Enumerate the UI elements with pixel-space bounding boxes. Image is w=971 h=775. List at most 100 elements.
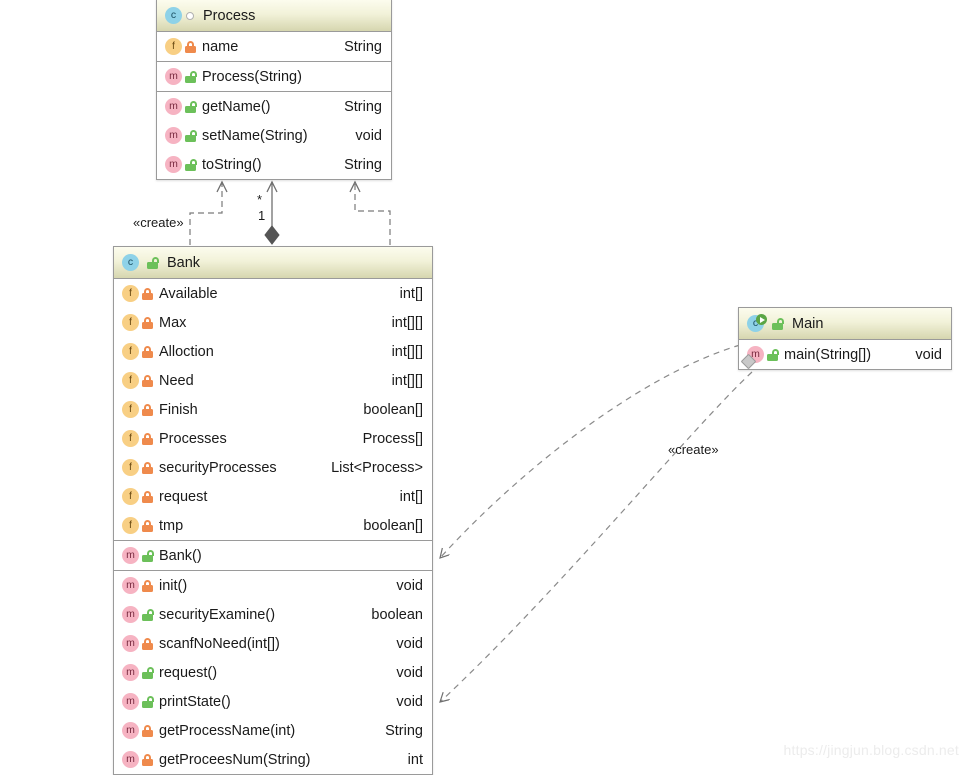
member-name: setName(String) (202, 128, 341, 144)
member-type: void (396, 694, 423, 710)
member-name: tmp (159, 518, 349, 534)
field-icon: f (122, 314, 139, 331)
class-section-methods: m getName() String m setName(String) voi… (157, 91, 391, 179)
class-row-field[interactable]: f Max int[][] (114, 308, 432, 337)
class-row-method[interactable]: m printState() void (114, 687, 432, 716)
member-type: List<Process> (331, 460, 423, 476)
class-header-bank[interactable]: c Bank (114, 247, 432, 279)
member-type: boolean[] (363, 402, 423, 418)
member-type: int[][] (392, 344, 423, 360)
class-row-method[interactable]: m setName(String) void (157, 121, 391, 150)
method-icon: m (122, 635, 139, 652)
member-type: void (396, 636, 423, 652)
lock-private-icon (142, 638, 153, 650)
class-row-method[interactable]: m getName() String (157, 92, 391, 121)
class-row-field[interactable]: f Need int[][] (114, 366, 432, 395)
member-name: Finish (159, 402, 349, 418)
member-type: boolean[] (363, 518, 423, 534)
member-type: String (344, 39, 382, 55)
class-row-field[interactable]: f Processes Process[] (114, 424, 432, 453)
class-box-bank[interactable]: c Bank f Available int[] f Max int[][] f… (113, 246, 433, 775)
class-row-constructor[interactable]: m Process(String) (157, 62, 391, 91)
member-name: name (202, 39, 330, 55)
lock-private-icon (185, 41, 196, 53)
member-type: void (915, 347, 942, 363)
class-name-main: Main (792, 316, 823, 332)
class-box-process[interactable]: c Process f name String m Process(String… (156, 0, 392, 180)
class-icon: c (747, 315, 764, 332)
class-section-constructors: m Process(String) (157, 61, 391, 91)
class-row-constructor[interactable]: m Bank() (114, 541, 432, 570)
member-type: void (355, 128, 382, 144)
lock-public-icon (147, 257, 158, 269)
member-name: Max (159, 315, 378, 331)
class-box-main[interactable]: c Main m main(String[]) void (738, 307, 952, 370)
member-name: getName() (202, 99, 330, 115)
member-name: toString() (202, 157, 330, 173)
member-name: scanfNoNeed(int[]) (159, 636, 382, 652)
class-row-method[interactable]: m toString() String (157, 150, 391, 179)
lock-private-icon (142, 433, 153, 445)
member-type: String (344, 157, 382, 173)
method-icon: m (122, 606, 139, 623)
class-row-method[interactable]: m getProceesNum(String) int (114, 745, 432, 774)
class-row-method[interactable]: m init() void (114, 571, 432, 600)
class-row-method[interactable]: m securityExamine() boolean (114, 600, 432, 629)
class-row-method[interactable]: m request() void (114, 658, 432, 687)
class-row-field[interactable]: f name String (157, 32, 391, 61)
method-icon: m (747, 346, 764, 363)
method-icon: m (122, 577, 139, 594)
lock-private-icon (142, 754, 153, 766)
field-icon: f (165, 38, 182, 55)
class-header-process[interactable]: c Process (157, 0, 391, 32)
member-type: void (396, 665, 423, 681)
class-section-methods: m init() void m securityExamine() boolea… (114, 570, 432, 774)
member-type: void (396, 578, 423, 594)
package-private-icon (186, 12, 194, 20)
class-row-field[interactable]: f securityProcesses List<Process> (114, 453, 432, 482)
member-type: boolean (371, 607, 423, 623)
lock-public-icon (142, 609, 153, 621)
class-icon: c (165, 7, 182, 24)
field-icon: f (122, 459, 139, 476)
run-gutter-icon (741, 354, 757, 370)
lock-private-icon (142, 520, 153, 532)
member-type: int[] (400, 489, 423, 505)
lock-public-icon (185, 130, 196, 142)
method-icon: m (122, 722, 139, 739)
multiplicity-source: * (257, 192, 262, 207)
member-type: int[] (400, 286, 423, 302)
method-icon: m (165, 98, 182, 115)
class-row-field[interactable]: f tmp boolean[] (114, 511, 432, 540)
lock-public-icon (185, 159, 196, 171)
class-row-field[interactable]: f Available int[] (114, 279, 432, 308)
method-icon: m (165, 68, 182, 85)
lock-private-icon (142, 317, 153, 329)
member-name: Need (159, 373, 378, 389)
class-row-method[interactable]: m main(String[]) void (739, 340, 951, 369)
class-section-constructors: m Bank() (114, 540, 432, 570)
lock-private-icon (142, 580, 153, 592)
member-name: Available (159, 286, 386, 302)
class-row-method[interactable]: m scanfNoNeed(int[]) void (114, 629, 432, 658)
member-type: int (408, 752, 423, 768)
member-name: Processes (159, 431, 349, 447)
member-name: main(String[]) (784, 347, 901, 363)
member-name: getProceesNum(String) (159, 752, 394, 768)
lock-private-icon (142, 491, 153, 503)
class-row-field[interactable]: f Alloction int[][] (114, 337, 432, 366)
field-icon: f (122, 430, 139, 447)
lock-public-icon (185, 101, 196, 113)
class-row-method[interactable]: m getProcessName(int) String (114, 716, 432, 745)
lock-private-icon (142, 346, 153, 358)
class-row-field[interactable]: f Finish boolean[] (114, 395, 432, 424)
field-icon: f (122, 343, 139, 360)
field-icon: f (122, 488, 139, 505)
class-header-main[interactable]: c Main (739, 308, 951, 340)
connector-label-create-main: «create» (668, 442, 719, 457)
lock-private-icon (142, 462, 153, 474)
class-row-field[interactable]: f request int[] (114, 482, 432, 511)
member-name: request (159, 489, 386, 505)
connector-label-create-bank: «create» (133, 215, 184, 230)
member-name: Process(String) (202, 69, 368, 85)
